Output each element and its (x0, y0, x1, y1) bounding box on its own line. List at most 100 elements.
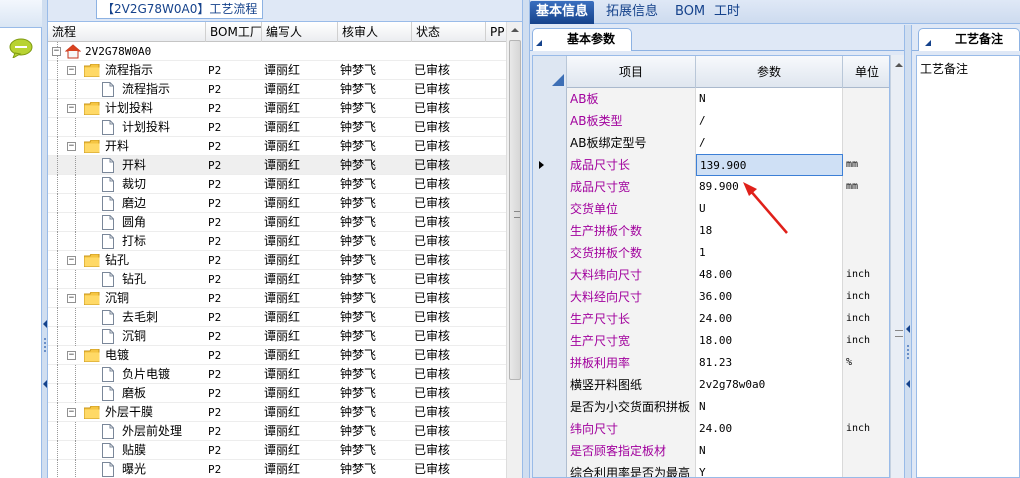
column-header-status[interactable]: 状态 (412, 22, 486, 42)
tree-folder-row[interactable]: − 流程指示 P2 谭丽红 钟梦飞 已审核 (48, 61, 506, 80)
row-indicator[interactable] (533, 374, 567, 396)
tab-bom[interactable]: BOM (669, 1, 711, 24)
tree-row[interactable]: 去毛刺 P2 谭丽红 钟梦飞 已审核 (48, 308, 506, 327)
row-indicator[interactable] (533, 352, 567, 374)
property-row[interactable]: 拼板利用率 81.23% (533, 352, 889, 374)
tree-folder-row[interactable]: − 钻孔 P2 谭丽红 钟梦飞 已审核 (48, 251, 506, 270)
row-indicator[interactable] (533, 132, 567, 154)
tab-work-hours[interactable]: 工时 (708, 1, 746, 24)
property-value-cell[interactable]: 24.00 (696, 418, 843, 440)
property-row[interactable]: 生产拼板个数 18 (533, 220, 889, 242)
right-splitter[interactable] (904, 25, 912, 478)
property-row[interactable]: 生产尺寸宽 18.00 inch (533, 330, 889, 352)
property-row[interactable]: AB板类型 / (533, 110, 889, 132)
property-row[interactable]: 大料经向尺寸 36.00 inch (533, 286, 889, 308)
row-indicator[interactable] (533, 242, 567, 264)
property-value-cell[interactable]: / (696, 110, 843, 132)
row-indicator[interactable] (533, 286, 567, 308)
row-indicator[interactable] (533, 462, 567, 477)
column-header-bom-factory[interactable]: BOM工厂 (206, 22, 262, 42)
property-row[interactable]: 交货单位 U (533, 198, 889, 220)
collapse-left-arrow-icon[interactable] (43, 380, 47, 388)
tree-row[interactable]: 打标 P2 谭丽红 钟梦飞 已审核 (48, 232, 506, 251)
tree-scrollbar[interactable] (506, 22, 522, 478)
property-row[interactable]: 综合利用率是否为最高 Y (533, 462, 889, 477)
collapse-toggle-icon[interactable]: − (67, 408, 76, 417)
column-header-param[interactable]: 参数 (696, 56, 843, 88)
property-row[interactable]: AB板 N (533, 88, 889, 110)
tree-folder-row[interactable]: − 计划投料 P2 谭丽红 钟梦飞 已审核 (48, 99, 506, 118)
tree-folder-row[interactable]: − 电镀 P2 谭丽红 钟梦飞 已审核 (48, 346, 506, 365)
property-value-cell[interactable]: 48.00 (696, 264, 843, 286)
collapse-toggle-icon[interactable]: − (52, 47, 61, 56)
property-value-cell[interactable]: 81.23 (696, 352, 843, 374)
tree-row[interactable]: 裁切 P2 谭丽红 钟梦飞 已审核 (48, 175, 506, 194)
property-value-cell[interactable]: / (696, 132, 843, 154)
collapse-toggle-icon[interactable]: − (67, 104, 76, 113)
tree-folder-row[interactable]: − 沉铜 P2 谭丽红 钟梦飞 已审核 (48, 289, 506, 308)
chat-bubble-icon[interactable] (9, 38, 33, 58)
tab-process-notes[interactable]: 工艺备注 (918, 28, 1020, 51)
tree-row[interactable]: 圆角 P2 谭丽红 钟梦飞 已审核 (48, 213, 506, 232)
tree-row[interactable]: 钻孔 P2 谭丽红 钟梦飞 已审核 (48, 270, 506, 289)
scroll-up-arrow-icon[interactable] (511, 28, 519, 32)
tab-extended-info[interactable]: 拓展信息 (600, 1, 664, 24)
tab-basic-params[interactable]: 基本参数 (532, 28, 632, 51)
property-row[interactable]: 是否为小交货面积拼板 N (533, 396, 889, 418)
column-header-flow[interactable]: 流程 (48, 22, 206, 42)
row-indicator[interactable] (533, 88, 567, 110)
tree-row[interactable]: 流程指示 P2 谭丽红 钟梦飞 已审核 (48, 80, 506, 99)
tab-process-flow[interactable]: 【2V2G78W0A0】工艺流程 (96, 0, 264, 19)
collapse-toggle-icon[interactable]: − (67, 256, 76, 265)
tree-row[interactable]: 负片电镀 P2 谭丽红 钟梦飞 已审核 (48, 365, 506, 384)
property-value-cell[interactable]: 24.00 (696, 308, 843, 330)
tree-row[interactable]: 曝光 P2 谭丽红 钟梦飞 已审核 (48, 460, 506, 478)
property-value-cell[interactable]: 18.00 (696, 330, 843, 352)
row-indicator[interactable] (533, 330, 567, 352)
tree-row[interactable]: 贴膜 P2 谭丽红 钟梦飞 已审核 (48, 441, 506, 460)
property-row[interactable]: AB板绑定型号 / (533, 132, 889, 154)
property-row[interactable]: 交货拼板个数 1 (533, 242, 889, 264)
process-notes-field[interactable]: 工艺备注 (916, 55, 1020, 478)
row-indicator[interactable] (533, 264, 567, 286)
row-indicator[interactable] (533, 440, 567, 462)
property-row[interactable]: 成品尺寸长 139.900 mm (533, 154, 889, 176)
tree-folder-row[interactable]: − 开料 P2 谭丽红 钟梦飞 已审核 (48, 137, 506, 156)
tree-row[interactable]: 磨边 P2 谭丽红 钟梦飞 已审核 (48, 194, 506, 213)
property-row[interactable]: 横竖开料图纸 2v2g78w0a0 (533, 374, 889, 396)
tree-row[interactable]: 外层前处理 P2 谭丽红 钟梦飞 已审核 (48, 422, 506, 441)
column-header-unit[interactable]: 单位 (843, 56, 889, 88)
property-value-cell[interactable]: Y (696, 462, 843, 477)
property-row[interactable]: 生产尺寸长 24.00 inch (533, 308, 889, 330)
collapse-toggle-icon[interactable]: − (67, 66, 76, 75)
scroll-up-arrow-icon[interactable] (895, 63, 903, 67)
column-header-writer[interactable]: 编写人 (262, 22, 338, 42)
row-indicator[interactable] (533, 198, 567, 220)
column-header-item[interactable]: 项目 (567, 56, 696, 88)
property-value-cell[interactable]: 2v2g78w0a0 (696, 374, 843, 396)
collapse-toggle-icon[interactable]: − (67, 351, 76, 360)
collapse-right-arrow-icon[interactable] (906, 380, 910, 388)
property-row[interactable]: 大料纬向尺寸 48.00 inch (533, 264, 889, 286)
property-value-cell[interactable]: N (696, 440, 843, 462)
tree-folder-row[interactable]: − 外层干膜 P2 谭丽红 钟梦飞 已审核 (48, 403, 506, 422)
scroll-thumb[interactable] (509, 40, 521, 380)
property-value-cell[interactable]: 36.00 (696, 286, 843, 308)
column-header-checker[interactable]: 核审人 (338, 22, 412, 42)
property-value-cell[interactable]: N (696, 396, 843, 418)
row-indicator[interactable] (533, 418, 567, 440)
tab-basic-info[interactable]: 基本信息 (530, 1, 595, 24)
row-indicator[interactable] (533, 220, 567, 242)
tree-root-row[interactable]: − 2V2G78W0A0 (48, 42, 506, 61)
property-value-cell[interactable]: 1 (696, 242, 843, 264)
row-indicator[interactable] (533, 154, 567, 176)
column-header-pp[interactable]: PP (486, 22, 506, 42)
row-indicator[interactable] (533, 176, 567, 198)
center-splitter[interactable] (522, 0, 530, 478)
collapse-left-arrow-icon[interactable] (43, 320, 47, 328)
collapse-toggle-icon[interactable]: − (67, 142, 76, 151)
select-all-corner-icon[interactable] (552, 74, 564, 86)
tree-row[interactable]: 磨板 P2 谭丽红 钟梦飞 已审核 (48, 384, 506, 403)
collapse-toggle-icon[interactable]: − (67, 294, 76, 303)
property-value-cell[interactable]: 139.900 (696, 154, 843, 176)
